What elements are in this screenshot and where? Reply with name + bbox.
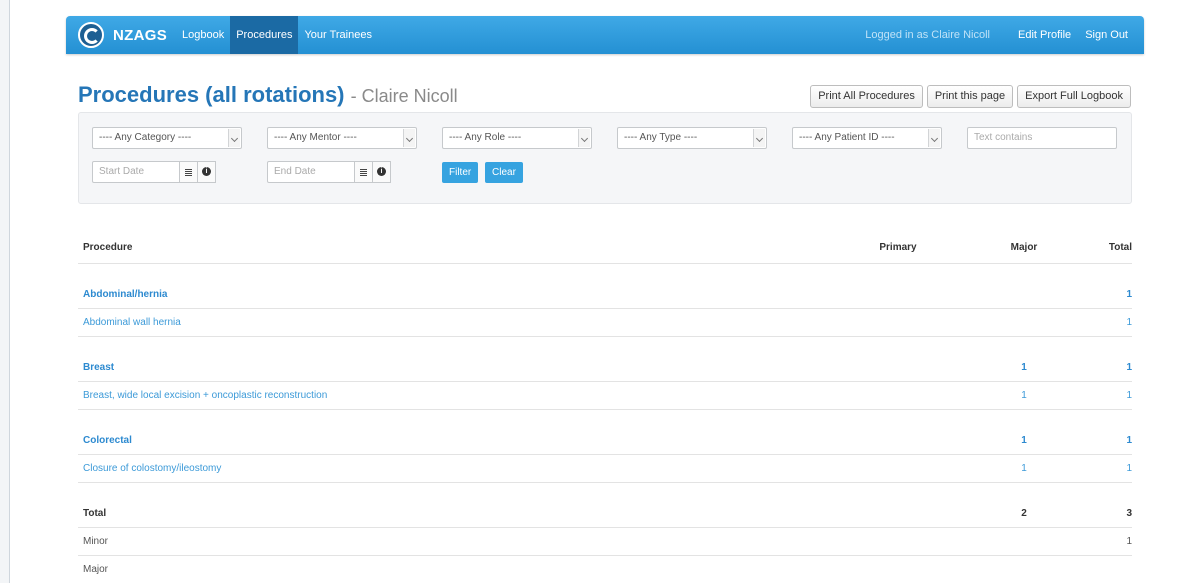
row-spacer <box>78 337 1132 354</box>
mentor-select-value: ---- Any Mentor ---- <box>274 132 357 143</box>
nav-your-trainees[interactable]: Your Trainees <box>298 16 377 54</box>
action-buttons: Print All Procedures Print this page Exp… <box>806 85 1131 108</box>
cell-total: 1 <box>1126 289 1132 300</box>
chevron-down-icon <box>928 129 940 147</box>
cell-total: 1 <box>1126 317 1132 328</box>
nav-logbook[interactable]: Logbook <box>176 16 230 54</box>
row-spacer <box>78 410 1132 427</box>
info-icon[interactable] <box>373 161 391 183</box>
text-contains-input[interactable]: Text contains <box>967 127 1117 149</box>
summary-row: Minor 1 <box>78 528 1132 556</box>
role-select[interactable]: ---- Any Role ---- <box>442 127 592 149</box>
patient-id-select[interactable]: ---- Any Patient ID ---- <box>792 127 942 149</box>
calendar-icon[interactable] <box>355 161 373 183</box>
sign-out-link[interactable]: Sign Out <box>1085 29 1128 41</box>
start-date-group: Start Date <box>92 161 222 183</box>
chevron-down-icon <box>753 129 765 147</box>
cell-name[interactable]: Breast <box>78 362 1132 373</box>
chevron-down-icon <box>228 129 240 147</box>
group-row: Colorectal 1 1 <box>78 427 1132 455</box>
brand[interactable]: NZAGS <box>78 20 167 50</box>
summary-row: Major <box>78 556 1132 583</box>
cell-name: Major <box>83 564 109 575</box>
export-logbook-button[interactable]: Export Full Logbook <box>1017 85 1131 108</box>
info-icon[interactable] <box>198 161 216 183</box>
header-total: Total <box>1108 242 1132 253</box>
procedure-row: Abdominal wall hernia 1 <box>78 309 1132 337</box>
cell-major: 2 <box>1021 508 1027 519</box>
cell-major: 1 <box>1021 463 1027 474</box>
filter-panel: ---- Any Category ---- ---- Any Mentor -… <box>78 112 1132 204</box>
cell-total: 1 <box>1126 435 1132 446</box>
cell-major: 1 <box>1021 362 1027 373</box>
clear-button[interactable]: Clear <box>485 162 523 183</box>
cell-major: 1 <box>1021 435 1027 446</box>
chevron-down-icon <box>403 129 415 147</box>
table-body: Abdominal/hernia 1 Abdominal wall hernia 1 B… <box>78 264 1132 583</box>
group-row: Abdominal/hernia 1 <box>78 281 1132 309</box>
category-select[interactable]: ---- Any Category ---- <box>92 127 242 149</box>
procedure-row: Closure of colostomy/ileostomy 1 1 <box>78 455 1132 483</box>
summary-row: Total 2 3 <box>78 500 1132 528</box>
group-row: Breast 1 1 <box>78 354 1132 382</box>
cell-total: 1 <box>1126 390 1132 401</box>
end-date-group: End Date <box>267 161 397 183</box>
print-page-button[interactable]: Print this page <box>926 85 1014 108</box>
cell-name[interactable]: Closure of colostomy/ileostomy <box>78 463 1132 474</box>
end-date-input[interactable]: End Date <box>267 161 355 183</box>
cell-major: 1 <box>1021 390 1027 401</box>
type-select[interactable]: ---- Any Type ---- <box>617 127 767 149</box>
mentor-select[interactable]: ---- Any Mentor ---- <box>267 127 417 149</box>
logged-in-text: Logged in as Claire Nicoll <box>865 29 990 41</box>
cell-total: 1 <box>1126 536 1132 547</box>
cell-name: Minor <box>83 536 109 547</box>
print-all-procedures-button[interactable]: Print All Procedures <box>810 85 923 108</box>
header-procedure: Procedure <box>83 242 133 253</box>
cell-name[interactable]: Breast, wide local excision + oncoplasti… <box>78 390 1132 401</box>
table-header-row: Procedure Primary Major Total <box>78 232 1132 264</box>
row-spacer <box>78 264 1132 281</box>
page-title-text: Procedures (all rotations) <box>78 82 345 107</box>
nav-user-menu: Logged in as Claire Nicoll Edit Profile … <box>865 16 1128 54</box>
header-major: Major <box>1010 242 1038 253</box>
nav-menu: Logbook Procedures Your Trainees <box>176 16 378 54</box>
role-select-value: ---- Any Role ---- <box>449 132 522 143</box>
filter-button[interactable]: Filter <box>442 162 479 183</box>
cell-name[interactable]: Abdominal wall hernia <box>78 317 1132 328</box>
brand-name: NZAGS <box>113 26 167 44</box>
page-subtitle: - Claire Nicoll <box>350 86 458 106</box>
procedures-table: Procedure Primary Major Total Abdominal/… <box>78 232 1132 583</box>
edit-profile-link[interactable]: Edit Profile <box>1018 29 1071 41</box>
patient-id-select-value: ---- Any Patient ID ---- <box>799 132 895 143</box>
nav-procedures[interactable]: Procedures <box>230 16 299 54</box>
top-navbar: NZAGS Logbook Procedures Your Trainees L… <box>66 16 1144 54</box>
header-primary: Primary <box>879 242 917 253</box>
row-spacer <box>78 483 1132 500</box>
type-select-value: ---- Any Type ---- <box>624 132 698 143</box>
page-title: Procedures (all rotations) - Claire Nico… <box>78 82 458 108</box>
cell-total: 1 <box>1126 362 1132 373</box>
chevron-down-icon <box>578 129 590 147</box>
cell-name[interactable]: Abdominal/hernia <box>78 289 1132 300</box>
procedure-row: Breast, wide local excision + oncoplasti… <box>78 382 1132 410</box>
category-select-value: ---- Any Category ---- <box>99 132 192 143</box>
start-date-input[interactable]: Start Date <box>92 161 180 183</box>
nzags-logo-icon <box>78 22 104 48</box>
cell-total: 3 <box>1126 508 1132 519</box>
left-window-edge <box>0 0 10 583</box>
cell-name: Total <box>83 508 107 519</box>
cell-total: 1 <box>1126 463 1132 474</box>
calendar-icon[interactable] <box>180 161 198 183</box>
cell-name[interactable]: Colorectal <box>78 435 1132 446</box>
